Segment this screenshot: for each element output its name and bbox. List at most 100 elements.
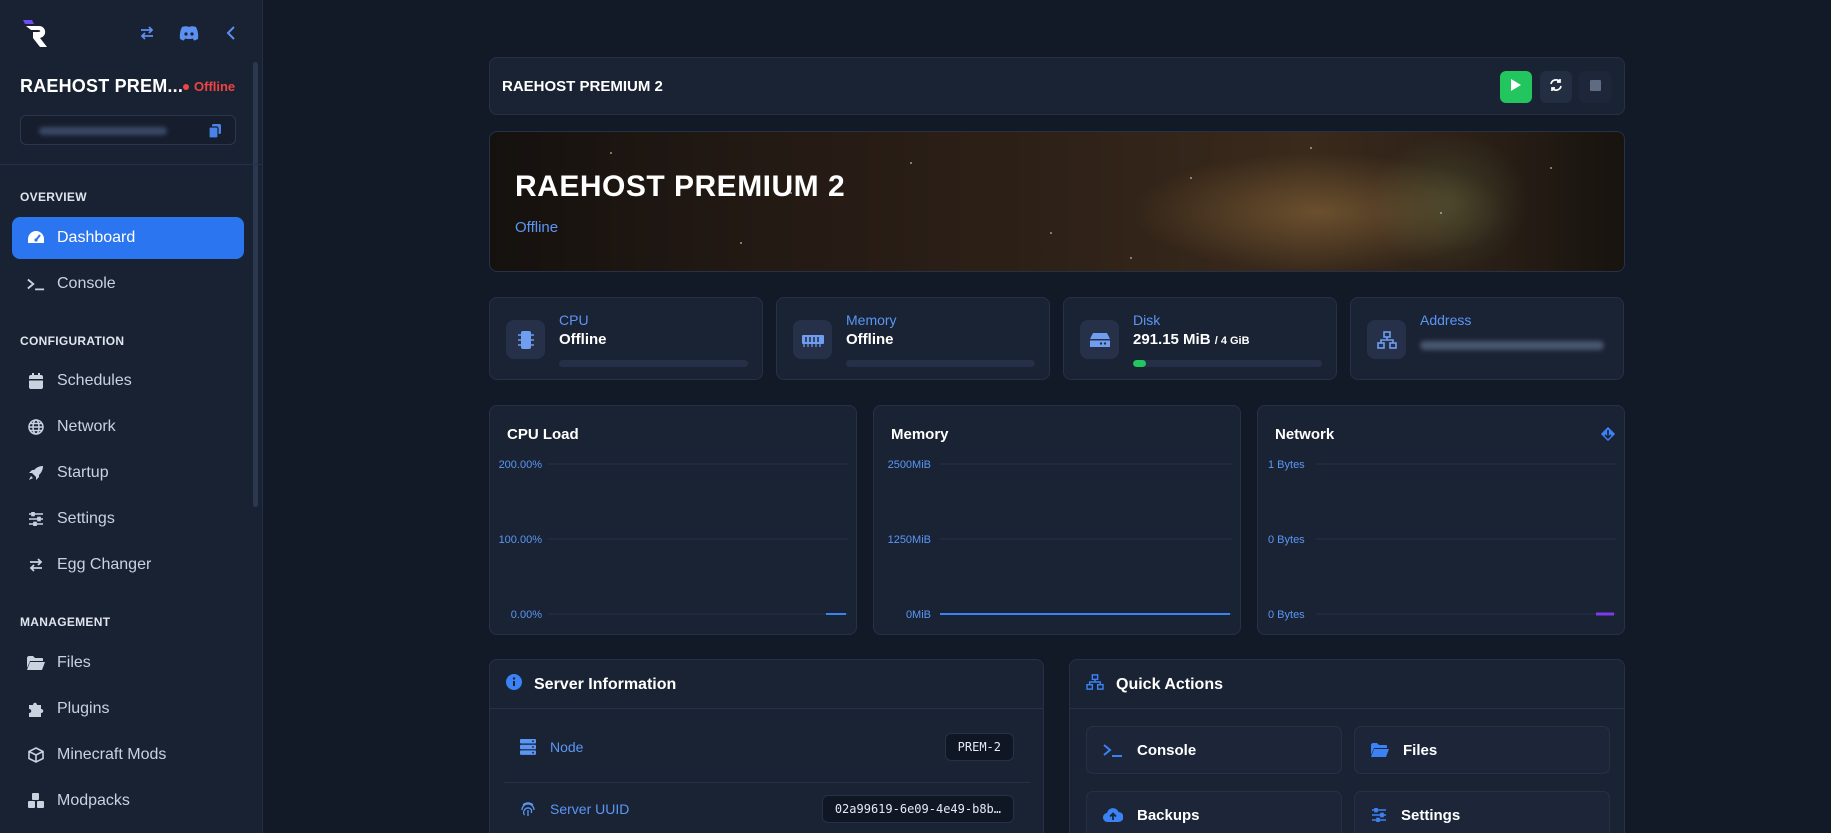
cpu-chip-icon: [506, 320, 545, 359]
server-stack-icon: [520, 739, 538, 755]
stat-label: Address: [1420, 312, 1472, 328]
section-overview: OVERVIEW: [20, 190, 87, 204]
sliders-icon: [1371, 808, 1387, 822]
sidebar-server-name: RAEHOST PREM...: [20, 76, 184, 96]
refresh-icon: [1549, 78, 1563, 97]
stat-card-disk: Disk 291.15 MiB / 4 GiB: [1063, 297, 1337, 380]
restart-button[interactable]: [1540, 71, 1572, 103]
sidebar-item-startup[interactable]: Startup: [12, 452, 244, 494]
stop-button[interactable]: [1579, 71, 1611, 103]
header-title: RAEHOST PREMIUM 2: [502, 78, 663, 95]
globe-icon: [27, 418, 45, 436]
y-tick-label: 0MiB: [906, 609, 931, 621]
info-row-uuid: Server UUID 02a99619-6e09-4e49-b8b…: [520, 783, 1014, 833]
y-tick-label: 2500MiB: [888, 459, 931, 471]
y-tick-label: 0.00%: [511, 609, 542, 621]
info-value[interactable]: PREM-2: [944, 733, 1014, 761]
brand-logo[interactable]: [20, 17, 52, 49]
discord-icon[interactable]: [178, 22, 200, 44]
section-management: MANAGEMENT: [20, 615, 111, 629]
sidebar-item-label: Startup: [57, 464, 109, 481]
stat-label: Disk: [1133, 312, 1161, 328]
network-chart-svg: 1 Bytes 0 Bytes 0 Bytes: [1268, 459, 1616, 621]
redacted-address: [1420, 341, 1604, 350]
sidebar-item-files[interactable]: Files: [12, 642, 244, 684]
sidebar-item-modpacks[interactable]: Modpacks: [12, 780, 244, 822]
stat-label: Memory: [846, 312, 897, 328]
sidebar-item-schedules[interactable]: Schedules: [12, 360, 244, 402]
quick-action-label: Files: [1403, 741, 1438, 759]
sidebar-item-label: Minecraft Mods: [57, 746, 167, 763]
sidebar-item-minecraft-mods[interactable]: Minecraft Mods: [12, 734, 244, 776]
sidebar-item-dashboard[interactable]: Dashboard: [12, 217, 244, 259]
quick-action-settings[interactable]: Settings: [1354, 791, 1610, 833]
sidebar-scrollbar[interactable]: [253, 62, 258, 507]
swap-servers-icon[interactable]: [136, 22, 158, 44]
stat-value: Offline: [846, 331, 894, 348]
disk-usage-fill: [1133, 360, 1147, 367]
quick-action-backups[interactable]: Backups: [1086, 791, 1342, 833]
memory-usage-bar: [846, 360, 1035, 367]
sidebar-item-label: Egg Changer: [57, 556, 152, 573]
collapse-sidebar-icon[interactable]: [220, 22, 242, 44]
sidebar-item-label: Console: [57, 275, 116, 292]
sidebar-item-console[interactable]: Console: [12, 263, 244, 305]
calendar-icon: [27, 372, 45, 390]
redacted-address: [39, 127, 167, 135]
network-tree-icon: [1086, 674, 1104, 695]
quick-action-files[interactable]: Files: [1354, 726, 1610, 774]
y-tick-label: 200.00%: [499, 459, 543, 471]
stat-card-cpu: CPU Offline: [489, 297, 763, 380]
info-value[interactable]: 02a99619-6e09-4e49-b8b…: [821, 795, 1014, 823]
server-banner: RAEHOST PREMIUM 2 Offline: [489, 131, 1625, 272]
sidebar-item-label: Dashboard: [57, 229, 136, 246]
section-configuration: CONFIGURATION: [20, 334, 125, 348]
swap-icon: [27, 556, 45, 574]
y-tick-label: 0 Bytes: [1268, 534, 1305, 546]
sidebar-item-egg-changer[interactable]: Egg Changer: [12, 544, 244, 586]
terminal-icon: [1103, 743, 1123, 757]
info-label: Node: [550, 739, 584, 755]
quick-action-label: Console: [1137, 741, 1197, 759]
sidebar-item-plugins[interactable]: Plugins: [12, 688, 244, 730]
sidebar-item-label: Plugins: [57, 700, 110, 717]
cpu-usage-bar: [559, 360, 748, 367]
info-icon: [506, 674, 522, 695]
info-label: Server UUID: [550, 801, 630, 817]
rocket-icon: [27, 464, 45, 482]
stat-value: 291.15 MiB / 4 GiB: [1133, 331, 1250, 348]
copy-icon[interactable]: [208, 124, 221, 143]
quick-actions-panel: Quick Actions Console Files Backups Sett…: [1069, 659, 1625, 833]
dashboard-icon: [27, 229, 45, 247]
sliders-icon: [27, 510, 45, 528]
cloud-upload-icon: [1103, 807, 1123, 823]
folder-icon: [1371, 743, 1389, 757]
chart-memory: Memory 2500MiB 1250MiB 0MiB: [873, 405, 1241, 635]
stat-card-address: Address: [1350, 297, 1624, 380]
terminal-icon: [27, 275, 45, 293]
quick-action-console[interactable]: Console: [1086, 726, 1342, 774]
info-row-node: Node PREM-2: [520, 721, 1014, 773]
folder-icon: [27, 654, 45, 672]
sidebar-item-network[interactable]: Network: [12, 406, 244, 448]
panel-title: Server Information: [534, 675, 677, 693]
start-button[interactable]: [1500, 71, 1532, 103]
play-icon: [1510, 78, 1522, 97]
memory-chart-svg: 2500MiB 1250MiB 0MiB: [888, 459, 1232, 621]
sidebar-item-label: Settings: [57, 510, 115, 527]
stat-card-memory: Memory Offline: [776, 297, 1050, 380]
stat-value: Offline: [559, 331, 607, 348]
y-tick-label: 1 Bytes: [1268, 459, 1305, 471]
cubes-icon: [27, 792, 45, 810]
sidebar-item-settings[interactable]: Settings: [12, 498, 244, 540]
network-tree-icon: [1367, 320, 1406, 359]
disk-used: 291.15 MiB: [1133, 331, 1211, 348]
memory-icon: [793, 320, 832, 359]
sidebar-item-label: Modpacks: [57, 792, 130, 809]
sidebar-item-label: Files: [57, 654, 91, 671]
server-header-bar: RAEHOST PREMIUM 2: [489, 57, 1625, 115]
server-information-panel: Server Information Node PREM-2 Server UU…: [489, 659, 1044, 833]
status-dot: [183, 83, 189, 90]
quick-action-label: Backups: [1137, 806, 1200, 824]
hard-drive-icon: [1080, 320, 1119, 359]
